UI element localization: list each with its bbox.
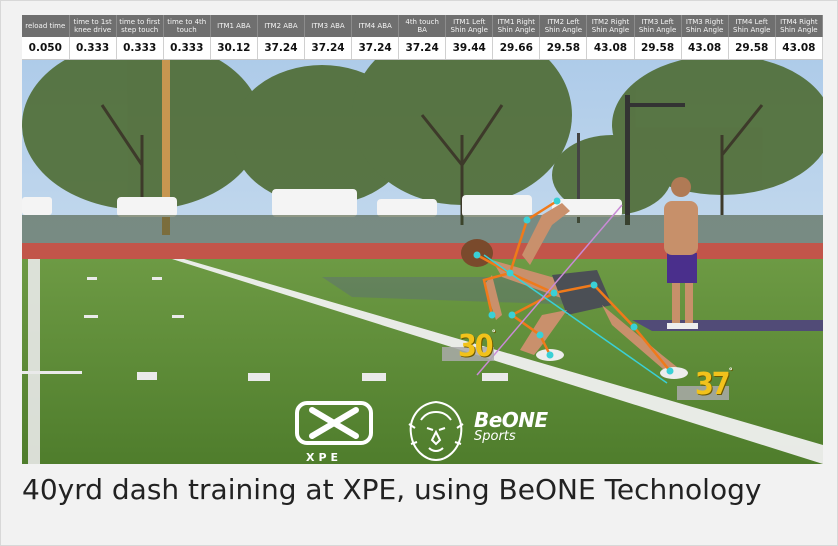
metric-header: ITM4 Right Shin Angle	[775, 15, 823, 37]
metric-value: 0.333	[116, 37, 164, 60]
metric-value: 37.24	[304, 37, 353, 60]
degree-symbol: °	[728, 367, 733, 377]
metric-header: ITM4 ABA	[351, 15, 400, 37]
metric-header: ITM4 Left Shin Angle	[728, 15, 776, 37]
metric-header: ITM1 ABA	[210, 15, 258, 37]
metric-header: ITM3 Right Shin Angle	[681, 15, 729, 37]
metrics-header-row: reload time time to 1st knee drive time …	[22, 15, 823, 37]
metric-value: 0.050	[22, 37, 70, 60]
angle-left-value: 30	[458, 329, 494, 364]
metric-header: ITM2 ABA	[257, 15, 305, 37]
metric-header: ITM2 Right Shin Angle	[586, 15, 635, 37]
metric-value: 29.58	[539, 37, 588, 60]
metric-value: 43.08	[775, 37, 823, 60]
metric-value: 0.333	[163, 37, 211, 60]
metric-value: 37.24	[257, 37, 305, 60]
metric-value: 39.44	[445, 37, 494, 60]
metric-value: 30.12	[210, 37, 258, 60]
metric-header: 4th touch BA	[398, 15, 447, 37]
beone-logo: BeONE Sports	[474, 408, 548, 444]
metric-value: 0.333	[69, 37, 117, 60]
video-frame[interactable]: reload time time to 1st knee drive time …	[22, 15, 823, 464]
degree-symbol: °	[491, 329, 496, 339]
lion-logo-icon	[408, 400, 464, 462]
metric-value: 37.24	[351, 37, 400, 60]
video-caption: 40yrd dash training at XPE, using BeONE …	[22, 473, 762, 506]
metric-value: 29.66	[492, 37, 541, 60]
metric-header: ITM1 Right Shin Angle	[492, 15, 541, 37]
angle-right-value: 37	[695, 367, 731, 402]
metrics-table: reload time time to 1st knee drive time …	[22, 15, 823, 60]
metric-value: 29.58	[634, 37, 682, 60]
metrics-value-row: 0.050 0.333 0.333 0.333 30.12 37.24 37.2…	[22, 37, 823, 60]
metric-header: reload time	[22, 15, 70, 37]
metric-header: time to 1st knee drive	[69, 15, 117, 37]
metric-header: ITM1 Left Shin Angle	[445, 15, 494, 37]
angle-right-label: 37°	[695, 367, 733, 402]
metric-value: 43.08	[586, 37, 635, 60]
metric-value: 37.24	[398, 37, 447, 60]
metric-header: ITM3 Left Shin Angle	[634, 15, 682, 37]
metric-header: time to 4th touch	[163, 15, 211, 37]
metric-header: ITM2 Left Shin Angle	[539, 15, 588, 37]
angle-left-label: 30°	[458, 329, 496, 364]
metric-value: 43.08	[681, 37, 729, 60]
metric-header: time to first step touch	[116, 15, 164, 37]
media-card: reload time time to 1st knee drive time …	[0, 0, 838, 546]
metric-header: ITM3 ABA	[304, 15, 353, 37]
metric-value: 29.58	[728, 37, 776, 60]
xpe-logo-text: XPE	[306, 451, 343, 464]
